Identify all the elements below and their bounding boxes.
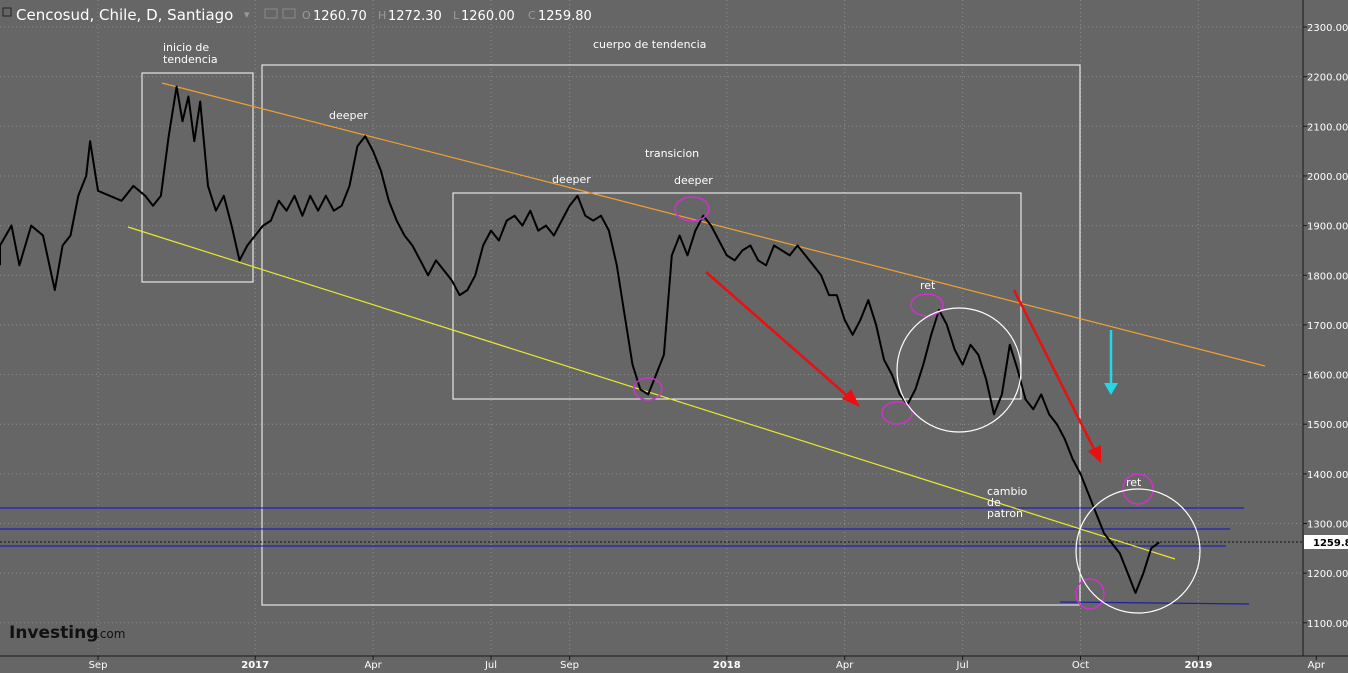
x-tick-label: 2017 <box>241 660 269 671</box>
x-tick-label: Oct <box>1072 660 1089 671</box>
y-tick-label: 1300.00 <box>1307 520 1348 531</box>
label-transicion: transicion <box>645 147 699 160</box>
open-value: 1260.70 <box>313 9 367 24</box>
last-price-value: 1259.80 <box>1313 538 1348 549</box>
low-value: 1260.00 <box>461 9 515 24</box>
label-cuerpo: cuerpo de tendencia <box>593 38 706 51</box>
label-deeper-2: deeper <box>552 173 591 186</box>
x-tick-label: Apr <box>364 660 382 671</box>
y-tick-label: 2200.00 <box>1307 73 1348 84</box>
high-value: 1272.30 <box>388 9 442 24</box>
close-label: C <box>528 9 536 22</box>
logo-main: Investing <box>9 623 98 643</box>
label-cambio-3: patron <box>987 507 1023 520</box>
chart-background <box>0 0 1348 673</box>
y-tick-label: 1200.00 <box>1307 569 1348 580</box>
close-value: 1259.80 <box>538 9 592 24</box>
x-tick-label: Sep <box>560 660 579 671</box>
y-tick-label: 2000.00 <box>1307 172 1348 183</box>
chart[interactable]: inicio de tendencia cuerpo de tendencia … <box>0 0 1348 673</box>
open-label: O <box>302 9 311 22</box>
x-tick-label: 2019 <box>1184 660 1212 671</box>
x-tick-label: Apr <box>1308 660 1326 671</box>
dropdown-icon[interactable]: ▾ <box>244 8 250 21</box>
low-label: L <box>453 9 460 22</box>
x-tick-label: Sep <box>89 660 108 671</box>
label-deeper-1: deeper <box>329 109 368 122</box>
high-label: H <box>378 9 386 22</box>
y-tick-label: 1800.00 <box>1307 271 1348 282</box>
label-ret-2: ret <box>1126 476 1142 489</box>
label-inicio-2: tendencia <box>163 53 218 66</box>
chart-title: Cencosud, Chile, D, Santiago <box>16 6 233 24</box>
x-tick-label: 2018 <box>713 660 741 671</box>
y-tick-label: 1500.00 <box>1307 420 1348 431</box>
y-tick-label: 2100.00 <box>1307 122 1348 133</box>
y-tick-label: 1600.00 <box>1307 371 1348 382</box>
x-tick-label: Apr <box>836 660 854 671</box>
x-tick-label: Jul <box>956 660 969 671</box>
logo-suffix: .com <box>96 627 125 641</box>
x-tick-label: Jul <box>484 660 497 671</box>
y-tick-label: 1400.00 <box>1307 470 1348 481</box>
y-tick-label: 1100.00 <box>1307 619 1348 630</box>
label-ret-1: ret <box>920 279 936 292</box>
y-tick-label: 1700.00 <box>1307 321 1348 332</box>
label-deeper-3: deeper <box>674 174 713 187</box>
y-tick-label: 2300.00 <box>1307 23 1348 34</box>
y-tick-label: 1900.00 <box>1307 222 1348 233</box>
chart-canvas[interactable]: inicio de tendencia cuerpo de tendencia … <box>0 0 1348 673</box>
